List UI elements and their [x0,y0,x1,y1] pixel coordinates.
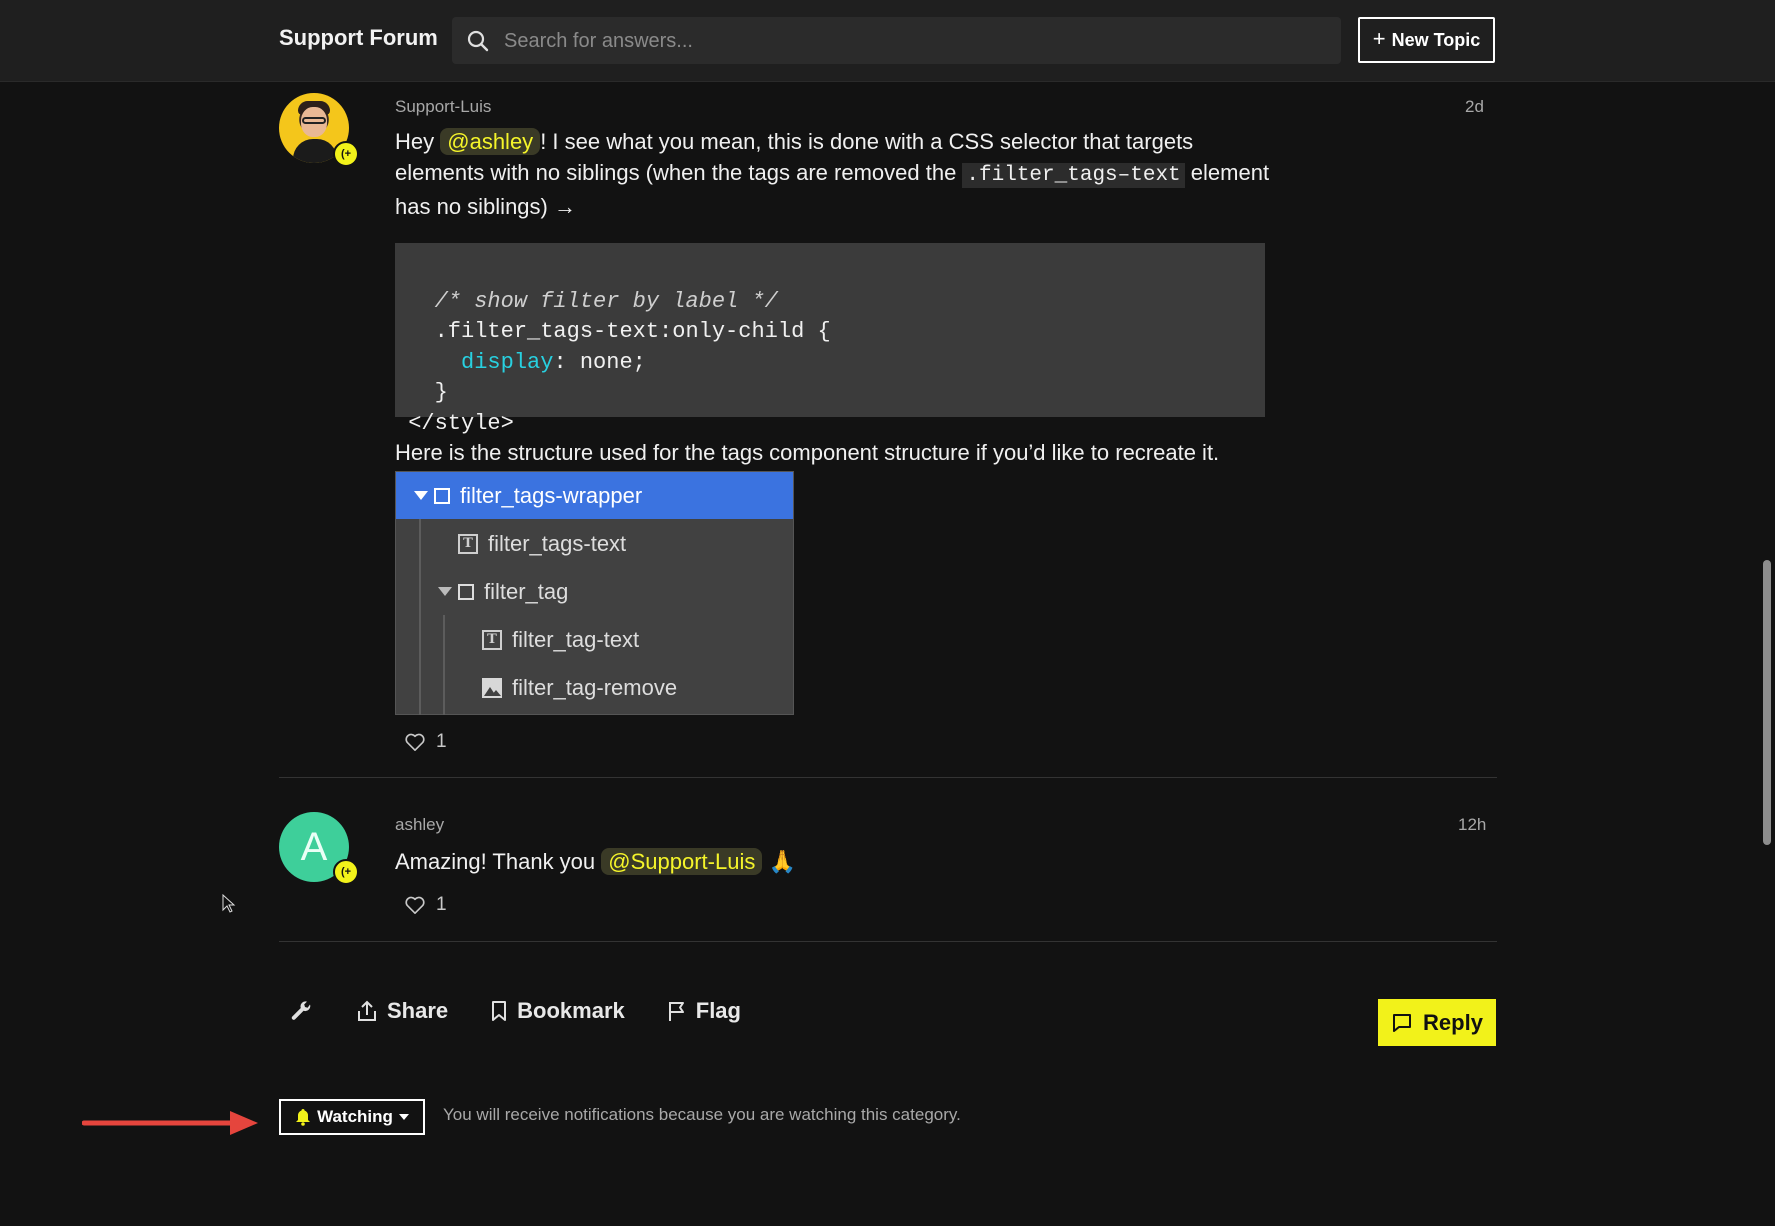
share-label: Share [387,998,449,1023]
code-line: /* show filter by label */ [434,288,778,314]
bookmark-button[interactable]: Bookmark [490,998,625,1024]
tree-row: filter_tag-remove [396,664,793,711]
structure-text: Here is the structure used for the tags … [395,440,1220,465]
tree-label: filter_tag-remove [512,674,678,700]
bookmark-label: Bookmark [517,998,625,1023]
notification-note: You will receive notifications because y… [443,1105,961,1124]
share-icon [358,1000,376,1021]
post-divider [279,941,1497,942]
tree-row: T filter_tags-text [396,520,793,567]
tree-row: filter_tag [396,568,793,615]
code-line: : none; [553,349,646,375]
like-button[interactable]: 1 [404,731,447,753]
caret-down-icon [398,1114,409,1120]
tree-label: filter_tag [484,578,569,604]
caret-down-icon [438,587,452,596]
new-topic-label: New Topic [1391,29,1481,50]
post-text: Amazing! Thank you [395,849,602,874]
inline-code: .filter_tags–text [962,163,1185,188]
code-line: .filter_tags-text:only-child { [434,319,831,344]
flag-icon [668,1002,684,1021]
tree-row: T filter_tag-text [396,616,793,663]
bell-icon [296,1109,311,1126]
search-box[interactable] [452,17,1341,66]
text-icon: T [482,629,502,650]
post-username[interactable]: Support-Luis [395,97,491,117]
heart-icon [405,896,425,914]
image-icon [482,677,502,698]
bookmark-icon [492,1001,507,1021]
mouse-cursor-icon [222,894,236,913]
admin-wrench-button[interactable] [290,999,314,1023]
search-icon [467,30,489,52]
pray-emoji-icon: 🙏 [768,849,796,874]
top-bar: Support Forum + New Topic [0,0,1775,82]
share-button[interactable]: Share [356,998,448,1024]
code-block: /* show filter by label */ .filter_tags-… [395,243,1265,436]
post-text: Hey [395,129,441,154]
post-time[interactable]: 2d [1465,97,1484,117]
code-line: } [434,380,448,405]
mention-ashley[interactable]: @ashley [440,128,541,155]
post-divider [279,777,1497,778]
flag-button[interactable]: Flag [667,998,741,1024]
tree-row: filter_tags-wrapper [396,472,793,519]
heart-icon [405,733,425,751]
moderator-badge-icon: (+ [333,141,359,167]
like-button[interactable]: 1 [404,894,447,916]
scrollbar-thumb[interactable] [1763,560,1771,845]
wrench-icon [291,1001,311,1020]
box-icon [434,487,450,504]
post-body: Amazing! Thank you @Support-Luis 🙏 [395,846,1275,877]
annotation-arrow-icon [82,1111,258,1135]
like-count: 1 [436,731,447,752]
chat-bubble-icon [1393,1013,1412,1032]
box-icon [458,583,474,600]
new-topic-button[interactable]: + New Topic [1358,17,1495,63]
text-icon: T [458,533,478,554]
reply-label: Reply [1423,1009,1483,1035]
tree-label: filter_tags-text [488,530,627,556]
moderator-badge-icon: (+ [333,859,359,885]
caret-down-icon [414,491,428,500]
mention-support-luis[interactable]: @Support-Luis [601,848,763,875]
like-count: 1 [436,894,447,915]
tree-label: filter_tag-text [512,626,640,652]
element-tree-image: filter_tags-wrapper T filter_tags-text f… [395,471,794,715]
post-time[interactable]: 12h [1458,815,1486,835]
code-property: display [461,349,554,375]
post-username[interactable]: ashley [395,815,444,835]
plus-icon: + [1372,26,1386,51]
search-input[interactable] [502,17,1326,66]
flag-label: Flag [695,998,741,1023]
topic-actions: Share Bookmark Flag [290,998,783,1024]
notification-level-dropdown[interactable]: Watching [279,1099,425,1135]
post-body: Hey @ashley! I see what you mean, this i… [395,126,1275,222]
site-title[interactable]: Support Forum [279,25,438,51]
tree-label: filter_tags-wrapper [460,482,643,508]
notification-level-label: Watching [317,1107,393,1126]
reply-button[interactable]: Reply [1378,999,1496,1046]
code-line: </style> [408,410,514,436]
